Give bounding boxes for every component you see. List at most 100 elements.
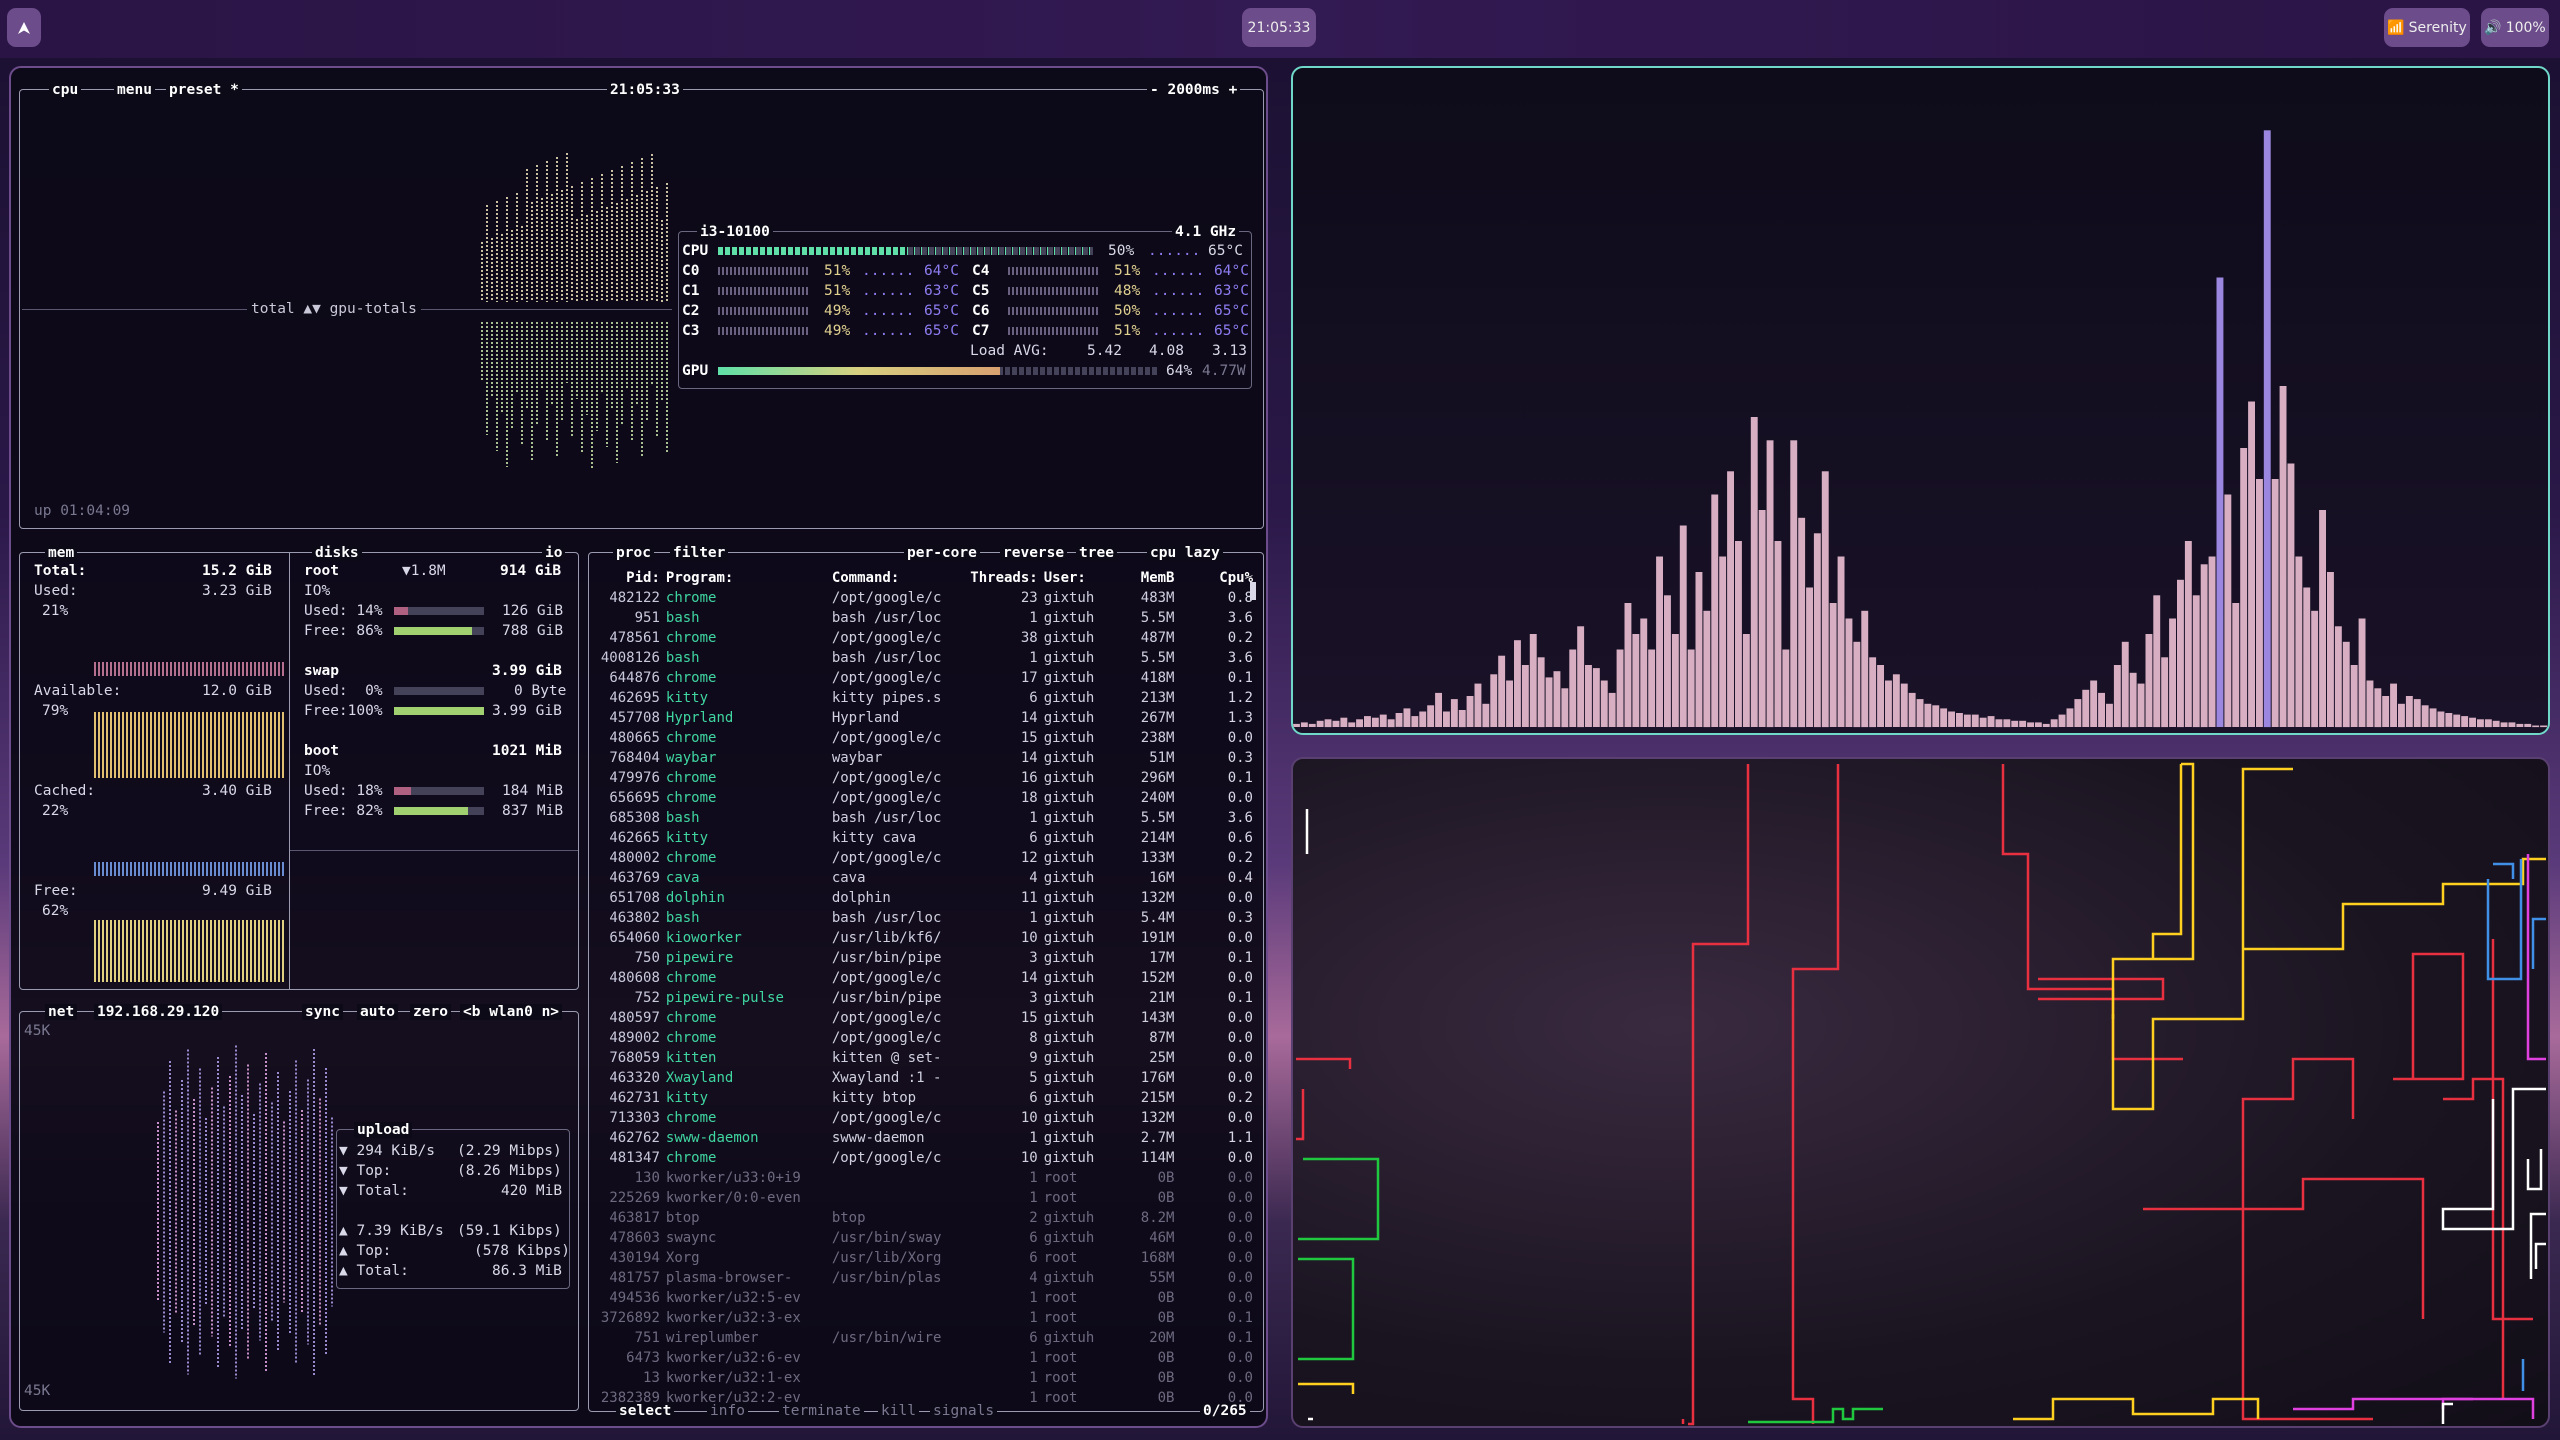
net-upload-bits: (59.1 Kibps) bbox=[457, 1223, 562, 1239]
table-row[interactable]: 654060 kioworker/usr/lib/kf6/10 gixtuh 191M… bbox=[590, 928, 1256, 948]
disk-root-used-v: 126 GiB bbox=[502, 603, 564, 619]
proc-col-header[interactable]: Threads: bbox=[958, 568, 1040, 588]
table-row[interactable]: 463320 Xwayland Xwayland :1 - 5 gixtuh 176M 0.… bbox=[590, 1068, 1256, 1088]
table-row[interactable]: 462762 swww-daemon swww-daemon 1 gixtuh 2.7M 1… bbox=[590, 1128, 1256, 1148]
menu-button[interactable]: menu bbox=[114, 82, 155, 98]
table-row[interactable]: 457708 Hyprland Hyprland 14 gixtuh 267M 1.3 bbox=[590, 708, 1256, 728]
proc-per-core[interactable]: per-core bbox=[904, 545, 980, 561]
table-row[interactable]: 480597 chrome/opt/google/c 15 gixtuh 143M 0.0 bbox=[590, 1008, 1256, 1028]
table-row[interactable]: 463769 cava cava 4 gixtuh 16M 0.4 bbox=[590, 868, 1256, 888]
table-row[interactable]: 463802 bash bash /usr/loc 1 gixtuh 5.4M 0.3 bbox=[590, 908, 1256, 928]
mem-avail: 12.0 GiB bbox=[202, 683, 272, 699]
proc-mem: 5.5M bbox=[1140, 650, 1175, 666]
net-zero[interactable]: zero bbox=[410, 1004, 451, 1020]
table-row[interactable]: 480002 chrome/opt/google/c 12 gixtuh 133M 0.2 bbox=[590, 848, 1256, 868]
proc-col-header[interactable]: Program: bbox=[663, 568, 829, 588]
proc-kill[interactable]: kill bbox=[878, 1403, 919, 1419]
table-row[interactable]: 13 kworker/u32:1-ex 1 root 0B 0.0 bbox=[590, 1368, 1256, 1388]
table-row[interactable]: 751 wireplumber/usr/bin/wire 6 gixtuh 20M 0.1 bbox=[590, 1328, 1256, 1348]
disks-box-title[interactable]: disks bbox=[312, 545, 362, 561]
proc-mem: 5.4M bbox=[1140, 910, 1175, 926]
proc-filter[interactable]: filter bbox=[670, 545, 729, 561]
btop-window[interactable]: cpu menu preset * 21:05:33 - 2000ms + to… bbox=[9, 66, 1268, 1428]
table-row[interactable]: 752 pipewire-pulse/usr/bin/pipe 3 gixtuh 21M… bbox=[590, 988, 1256, 1008]
table-row[interactable]: 3726892 kworker/u32:3-ex 1 root 0B 0.1 bbox=[590, 1308, 1256, 1328]
table-row[interactable]: 656695 chrome/opt/google/c 18 gixtuh 240M 0.0 bbox=[590, 788, 1256, 808]
table-row[interactable]: 225269 kworker/0:0-even 1 root 0B 0.0 bbox=[590, 1188, 1256, 1208]
table-row[interactable]: 713303 chrome/opt/google/c 10 gixtuh 132M 0.0 bbox=[590, 1108, 1256, 1128]
table-row[interactable]: 430194 Xorg/usr/lib/Xorg 6 root 168M 0.0 bbox=[590, 1248, 1256, 1268]
table-row[interactable]: 750 pipewire/usr/bin/pipe 3 gixtuh 17M 0.1 bbox=[590, 948, 1256, 968]
table-row[interactable]: 644876 chrome/opt/google/c 17 gixtuh 418M 0.1 bbox=[590, 668, 1256, 688]
mem-box-title[interactable]: mem bbox=[45, 545, 78, 561]
process-table[interactable]: Pid: Program: Command: Threads: User: MemB Cpu… bbox=[590, 568, 1256, 1408]
table-row[interactable]: 482122 chrome/opt/google/c 23 gixtuh 483M 0.8 bbox=[590, 588, 1256, 608]
net-iface[interactable]: <b wlan0 n> bbox=[460, 1004, 563, 1020]
table-row[interactable]: 768404 waybar waybar 14 gixtuh 51M 0.3 bbox=[590, 748, 1256, 768]
mem-free-pct: 62% bbox=[42, 903, 69, 919]
proc-info[interactable]: info bbox=[707, 1403, 748, 1419]
proc-mem: 296M bbox=[1140, 770, 1175, 786]
volume-indicator[interactable]: 🔊 100% bbox=[2481, 8, 2549, 47]
cava-bar bbox=[2524, 723, 2532, 727]
proc-program: kitty bbox=[665, 690, 709, 706]
net-sync[interactable]: sync bbox=[302, 1004, 343, 1020]
pipes-window[interactable] bbox=[1291, 757, 2550, 1428]
proc-pid: 130 bbox=[634, 1170, 660, 1186]
proc-tree[interactable]: tree bbox=[1076, 545, 1117, 561]
table-row[interactable]: 494536 kworker/u32:5-ev 1 root 0B 0.0 bbox=[590, 1288, 1256, 1308]
table-row[interactable]: 462695 kitty kitty pipes.s 6 gixtuh 213M 1.2 bbox=[590, 688, 1256, 708]
net-auto[interactable]: auto bbox=[357, 1004, 398, 1020]
disk-swap-free: Free:100% bbox=[304, 703, 383, 719]
table-row[interactable]: 478603 swaync/usr/bin/sway 6 gixtuh 46M 0.0 bbox=[590, 1228, 1256, 1248]
table-row[interactable]: 130 kworker/u33:0+i9 1 root 0B 0.0 bbox=[590, 1168, 1256, 1188]
table-row[interactable]: 6473 kworker/u32:6-ev 1 root 0B 0.0 bbox=[590, 1348, 1256, 1368]
table-row[interactable]: 462731 kitty kitty btop 6 gixtuh 215M 0.2 bbox=[590, 1088, 1256, 1108]
table-row[interactable]: 480665 chrome/opt/google/c 15 gixtuh 238M 0.0 bbox=[590, 728, 1256, 748]
table-row[interactable]: 481757 plasma-browser- /usr/bin/plas 4 gixtu… bbox=[590, 1268, 1256, 1288]
table-row[interactable]: 463817 btop btop 2 gixtuh 8.2M 0.0 bbox=[590, 1208, 1256, 1228]
cava-bar bbox=[1987, 716, 1995, 727]
disk-root-free-v: 788 GiB bbox=[502, 623, 564, 639]
proc-col-header[interactable]: Pid: bbox=[590, 568, 663, 588]
net-box-title[interactable]: net bbox=[45, 1004, 78, 1020]
table-row[interactable]: 2382389 kworker/u32:2-ev 1 root 0B 0.0 bbox=[590, 1388, 1256, 1408]
proc-select[interactable]: select bbox=[616, 1403, 675, 1419]
cava-window[interactable] bbox=[1291, 66, 2550, 735]
cpu-box-title[interactable]: cpu bbox=[49, 82, 82, 98]
proc-reverse[interactable]: reverse bbox=[1000, 545, 1068, 561]
table-row[interactable]: 768059 kitten kitten @ set- 9 gixtuh 25M 0.0 bbox=[590, 1048, 1256, 1068]
proc-col-header[interactable]: Cpu% bbox=[1177, 568, 1256, 588]
proc-sort[interactable]: cpu lazy bbox=[1147, 545, 1223, 561]
cpu-total-label[interactable]: total ▲▼ gpu-totals bbox=[247, 299, 421, 319]
table-row[interactable]: 651708 dolphin dolphin 11 gixtuh 132M 0.0 bbox=[590, 888, 1256, 908]
core-pct: 50% bbox=[1114, 303, 1141, 319]
proc-pid: 463320 bbox=[609, 1070, 660, 1086]
preset-button[interactable]: preset * bbox=[166, 82, 242, 98]
table-row[interactable]: 478561 chrome/opt/google/c 38 gixtuh 487M 0.2 bbox=[590, 628, 1256, 648]
proc-pid: 482122 bbox=[609, 590, 660, 606]
proc-box-title[interactable]: proc bbox=[613, 545, 654, 561]
table-row[interactable]: 685308 bash bash /usr/loc 1 gixtuh 5.5M 3.6 bbox=[590, 808, 1256, 828]
refresh-rate[interactable]: - 2000ms + bbox=[1147, 82, 1241, 98]
table-row[interactable]: 479976 chrome/opt/google/c 16 gixtuh 296M 0.1 bbox=[590, 768, 1256, 788]
table-row[interactable]: 462665 kitty kitty cava 6 gixtuh 214M 0.6 bbox=[590, 828, 1256, 848]
table-row[interactable]: 951 bash bash /usr/loc 1 gixtuh 5.5M 3.6 bbox=[590, 608, 1256, 628]
proc-terminate[interactable]: terminate bbox=[779, 1403, 864, 1419]
proc-col-header[interactable]: Command: bbox=[829, 568, 959, 588]
cava-bar bbox=[1837, 556, 1845, 727]
proc-col-header[interactable]: MemB bbox=[1110, 568, 1177, 588]
wifi-indicator[interactable]: 📶 Serenity bbox=[2384, 8, 2470, 47]
table-row[interactable]: 480608 chrome/opt/google/c 14 gixtuh 152M 0.0 bbox=[590, 968, 1256, 988]
launcher-button[interactable] bbox=[7, 8, 41, 47]
clock[interactable]: 21:05:33 bbox=[1242, 8, 1316, 47]
table-row[interactable]: 481347 chrome/opt/google/c 10 gixtuh 114M 0.0 bbox=[590, 1148, 1256, 1168]
table-row[interactable]: 4008126 bash bash /usr/loc 1 gixtuh 5.5M 3.6 bbox=[590, 648, 1256, 668]
proc-signals[interactable]: signals bbox=[930, 1403, 998, 1419]
io-toggle[interactable]: io bbox=[542, 545, 566, 561]
table-row[interactable]: 489002 chrome/opt/google/c 8 gixtuh 87M 0.0 bbox=[590, 1028, 1256, 1048]
proc-scrollbar[interactable] bbox=[1250, 582, 1256, 600]
disk-boot-free-v: 837 MiB bbox=[502, 803, 564, 819]
proc-user: gixtuh bbox=[1043, 990, 1095, 1006]
proc-col-header[interactable]: User: bbox=[1041, 568, 1111, 588]
